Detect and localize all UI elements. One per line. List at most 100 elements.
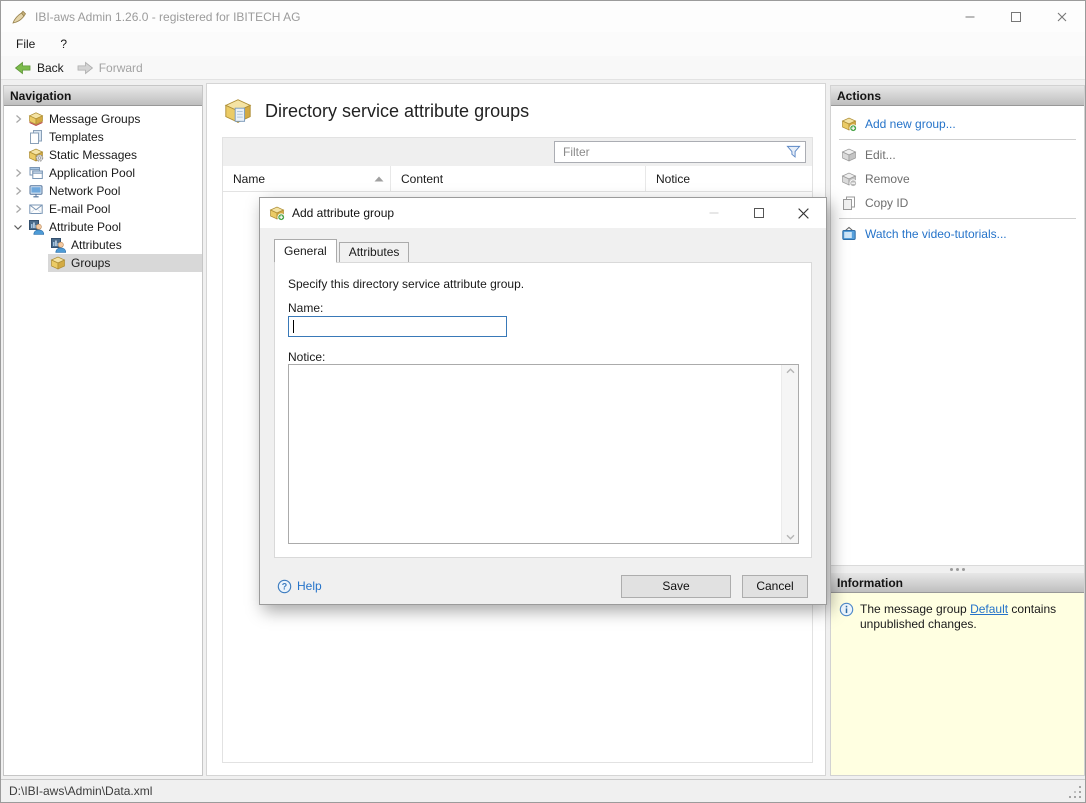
actions-panel: Add new group... Edit... Remove Copy ID …: [831, 106, 1084, 565]
item-label: Templates: [49, 130, 104, 144]
save-button[interactable]: Save: [621, 574, 731, 598]
item-label: Groups: [71, 256, 111, 270]
sidebar-item-static-messages[interactable]: Static Messages: [4, 146, 202, 164]
item-label: Application Pool: [49, 166, 136, 180]
back-button[interactable]: Back: [8, 58, 70, 78]
message-groups-icon: [28, 112, 44, 126]
chevron-right-icon[interactable]: [10, 185, 26, 197]
sidebar-item-network-pool[interactable]: Network Pool: [4, 182, 202, 200]
tv-icon: [842, 226, 856, 240]
name-label: Name:: [288, 301, 324, 315]
forward-button[interactable]: Forward: [70, 58, 149, 78]
static-messages-icon: [28, 148, 44, 162]
information-panel: The message group Default contains unpub…: [831, 593, 1084, 775]
splitter-handle-icon: [956, 568, 959, 571]
remove-button[interactable]: Remove: [831, 167, 1084, 191]
filter-input[interactable]: [554, 141, 806, 163]
dialog-minimize-button: [691, 198, 736, 228]
scrollbar[interactable]: [781, 365, 798, 543]
sidebar-item-message-groups[interactable]: Message Groups: [4, 110, 202, 128]
dialog-title: Add attribute group: [292, 206, 395, 220]
separator: [839, 218, 1076, 219]
sidebar-item-templates[interactable]: Templates: [4, 128, 202, 146]
group-name-input[interactable]: [289, 317, 506, 336]
item-label: Static Messages: [49, 148, 138, 162]
dialog-tabs: General Attributes: [274, 239, 410, 263]
menu-help[interactable]: ?: [50, 34, 77, 54]
filter-funnel-icon[interactable]: [786, 145, 801, 159]
maximize-button[interactable]: [993, 1, 1039, 32]
dialog-titlebar: Add attribute group: [260, 198, 826, 228]
watch-tutorials-button[interactable]: Watch the video-tutorials...: [831, 222, 1084, 246]
attribute-pool-icon: [29, 220, 44, 235]
default-group-link[interactable]: Default: [970, 602, 1008, 616]
close-icon: [798, 207, 809, 219]
statusbar-path: D:\IBI-aws\Admin\Data.xml: [9, 784, 153, 798]
maximize-icon: [1011, 11, 1021, 22]
chevron-right-icon[interactable]: [10, 167, 26, 179]
notice-label: Notice:: [288, 350, 326, 364]
edit-icon: [841, 148, 857, 162]
remove-icon: [841, 172, 857, 187]
templates-icon: [30, 130, 42, 144]
dialog-maximize-button[interactable]: [736, 198, 781, 228]
close-button[interactable]: [1039, 1, 1085, 32]
add-new-group-button[interactable]: Add new group...: [831, 112, 1084, 136]
filter-band: [223, 138, 812, 166]
page-title: Directory service attribute groups: [265, 100, 530, 121]
panel-splitter[interactable]: [831, 565, 1084, 573]
scroll-up-icon[interactable]: [786, 368, 795, 374]
chevron-right-icon[interactable]: [10, 203, 26, 215]
toolbar: Back Forward: [1, 56, 1085, 80]
cancel-button[interactable]: Cancel: [742, 574, 808, 598]
tab-general[interactable]: General: [274, 239, 337, 263]
scroll-down-icon[interactable]: [786, 534, 795, 540]
help-link[interactable]: ? Help: [277, 579, 621, 594]
forward-label: Forward: [98, 60, 143, 75]
minimize-icon: [709, 212, 718, 214]
info-icon: [839, 602, 854, 617]
sidebar-item-attribute-pool[interactable]: Attribute Pool: [4, 218, 202, 236]
dialog-close-button[interactable]: [781, 198, 826, 228]
titlebar: IBI-aws Admin 1.26.0 - registered for IB…: [1, 1, 1085, 32]
separator: [839, 139, 1076, 140]
sidebar-item-groups[interactable]: Groups: [4, 254, 202, 272]
back-label: Back: [37, 60, 64, 75]
column-header-notice[interactable]: Notice: [646, 166, 812, 191]
menubar: File ?: [1, 32, 1085, 56]
add-group-icon: [269, 206, 285, 221]
edit-button[interactable]: Edit...: [831, 143, 1084, 167]
tab-general-content: Specify this directory service attribute…: [274, 262, 812, 558]
item-label: Message Groups: [49, 112, 141, 126]
notice-textarea[interactable]: [288, 364, 799, 544]
sidebar-item-application-pool[interactable]: Application Pool: [4, 164, 202, 182]
groups-icon: [50, 256, 66, 270]
tab-attributes[interactable]: Attributes: [338, 242, 410, 262]
chevron-down-icon[interactable]: [10, 221, 26, 233]
attributes-icon: [51, 238, 66, 253]
copy-id-button[interactable]: Copy ID: [831, 191, 1084, 215]
application-pool-icon: [29, 167, 43, 179]
item-label: Network Pool: [49, 184, 121, 198]
forward-arrow-icon: [77, 61, 93, 74]
item-label: Attributes: [71, 238, 122, 252]
column-header-name[interactable]: Name: [223, 166, 391, 191]
sidebar-item-email-pool[interactable]: E-mail Pool: [4, 200, 202, 218]
text-caret: [293, 320, 294, 333]
column-header-content[interactable]: Content: [391, 166, 646, 191]
sort-ascending-icon: [374, 176, 384, 181]
minimize-button[interactable]: [947, 1, 993, 32]
add-attribute-group-dialog: Add attribute group General Attributes S…: [259, 197, 827, 605]
group-name-field: [288, 316, 507, 337]
add-group-icon: [841, 117, 857, 132]
chevron-right-icon[interactable]: [10, 113, 26, 125]
information-message: The message group Default contains unpub…: [860, 602, 1057, 631]
menu-file[interactable]: File: [6, 34, 45, 54]
navigation-tree: Message Groups Templates Static Messages…: [4, 106, 202, 272]
app-icon: [11, 9, 27, 25]
network-pool-icon: [29, 185, 43, 198]
app-window: IBI-aws Admin 1.26.0 - registered for IB…: [0, 0, 1086, 803]
information-header: Information: [831, 573, 1084, 593]
sidebar-item-attributes[interactable]: Attributes: [4, 236, 202, 254]
resize-grip[interactable]: [1079, 796, 1081, 798]
